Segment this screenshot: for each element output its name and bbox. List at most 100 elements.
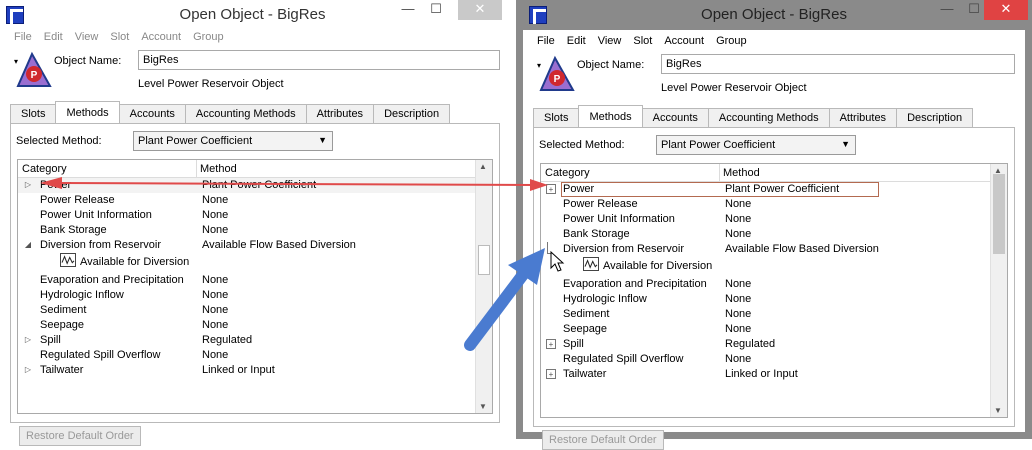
expand-arrow-icon[interactable]: ▷	[23, 335, 33, 345]
expand-plus-icon[interactable]: +	[546, 369, 556, 379]
expand-plus-icon[interactable]: +	[546, 184, 556, 194]
table-row[interactable]: Sediment None	[18, 303, 492, 318]
column-header-method[interactable]: Method	[200, 163, 237, 175]
menu-account[interactable]: Account	[135, 30, 187, 48]
selected-method-value: Plant Power Coefficient	[138, 135, 253, 147]
tab-methods[interactable]: Methods	[578, 105, 643, 126]
table-row[interactable]: Hydrologic Inflow None	[18, 288, 492, 303]
left-titlebar: Open Object - BigRes — ☐ ✕	[0, 0, 505, 30]
menu-group[interactable]: Group	[187, 30, 230, 48]
menu-slot[interactable]: Slot	[104, 30, 135, 48]
table-row[interactable]: Hydrologic Inflow None	[541, 292, 1007, 307]
tab-description[interactable]: Description	[373, 104, 451, 123]
restore-default-order-button[interactable]: Restore Default Order	[542, 430, 664, 450]
row-method: None	[202, 319, 229, 331]
scroll-thumb[interactable]	[993, 174, 1005, 254]
row-method: None	[202, 209, 229, 221]
menu-edit[interactable]: Edit	[38, 30, 69, 48]
tab-slots[interactable]: Slots	[533, 108, 580, 127]
menu-account[interactable]: Account	[658, 34, 710, 52]
table-row[interactable]: Bank Storage None	[18, 223, 492, 238]
vertical-scrollbar[interactable]: ▲ ▼	[475, 160, 492, 413]
column-divider[interactable]	[719, 164, 720, 182]
row-method: None	[725, 293, 752, 305]
vertical-scrollbar[interactable]: ▲ ▼	[990, 164, 1007, 417]
tab-slots[interactable]: Slots	[10, 104, 57, 123]
scroll-up-icon[interactable]: ▲	[479, 162, 487, 171]
method-grid: Category Method ▷ Power Plant Power Coef…	[17, 159, 493, 414]
tab-attributes[interactable]: Attributes	[828, 108, 898, 127]
tab-accounting-methods[interactable]: Accounting Methods	[707, 108, 830, 127]
menu-group[interactable]: Group	[710, 34, 753, 52]
column-header-category[interactable]: Category	[545, 167, 590, 179]
row-category: Bank Storage	[563, 228, 630, 240]
table-row[interactable]: Power Unit Information None	[541, 212, 1007, 227]
reservoir-object-icon[interactable]: P ▾	[533, 54, 577, 94]
expand-plus-icon[interactable]: +	[546, 339, 556, 349]
expand-arrow-icon[interactable]: ▷	[23, 365, 33, 375]
menu-file[interactable]: File	[8, 30, 38, 48]
table-row[interactable]: Regulated Spill Overflow None	[18, 348, 492, 363]
row-category: Evaporation and Precipitation	[563, 278, 707, 290]
table-row[interactable]: ▷ Tailwater Linked or Input	[18, 363, 492, 378]
left-window-body: File Edit View Slot Account Group P ▾ Ob…	[0, 30, 505, 446]
table-row[interactable]: Available for Diversion	[541, 257, 1007, 277]
method-grid: Category Method + Power Plant Power Coef…	[540, 163, 1008, 418]
table-row[interactable]: Seepage None	[541, 322, 1007, 337]
table-row[interactable]: Evaporation and Precipitation None	[541, 277, 1007, 292]
table-row[interactable]: Power Release None	[541, 197, 1007, 212]
scroll-down-icon[interactable]: ▼	[479, 402, 487, 411]
selected-method-dropdown[interactable]: Plant Power Coefficient ▼	[656, 135, 856, 155]
tab-description[interactable]: Description	[896, 108, 974, 127]
row-category: Power Release	[40, 194, 115, 206]
tab-methods[interactable]: Methods	[55, 101, 120, 122]
close-button[interactable]: ✕	[984, 0, 1028, 20]
column-header-category[interactable]: Category	[22, 163, 67, 175]
table-row[interactable]: ◢ Diversion from Reservoir Available Flo…	[18, 238, 492, 253]
scroll-thumb[interactable]	[478, 245, 490, 275]
table-row[interactable]: + Spill Regulated	[541, 337, 1007, 352]
maximize-button[interactable]: ☐	[423, 0, 449, 20]
row-category: Sediment	[40, 304, 87, 316]
table-row[interactable]: Diversion from Reservoir Available Flow …	[541, 242, 1007, 257]
table-row[interactable]: + Power Plant Power Coefficient	[541, 182, 1007, 197]
restore-default-order-button[interactable]: Restore Default Order	[19, 426, 141, 446]
object-name-field[interactable]: BigRes	[138, 50, 500, 70]
tab-accounts[interactable]: Accounts	[641, 108, 709, 127]
menu-edit[interactable]: Edit	[561, 34, 592, 52]
left-window: Open Object - BigRes — ☐ ✕ File Edit Vie…	[0, 0, 505, 446]
column-divider[interactable]	[196, 160, 197, 178]
menu-slot[interactable]: Slot	[627, 34, 658, 52]
collapse-line-icon[interactable]	[547, 242, 553, 254]
selected-method-dropdown[interactable]: Plant Power Coefficient ▼	[133, 131, 333, 151]
column-header-method[interactable]: Method	[723, 167, 760, 179]
table-row[interactable]: + Tailwater Linked or Input	[541, 367, 1007, 382]
scroll-down-icon[interactable]: ▼	[994, 406, 1002, 415]
table-row[interactable]: ▷ Spill Regulated	[18, 333, 492, 348]
table-row[interactable]: Sediment None	[541, 307, 1007, 322]
reservoir-object-icon[interactable]: P ▾	[10, 50, 54, 90]
tab-accounting-methods[interactable]: Accounting Methods	[184, 104, 307, 123]
table-row[interactable]: ▷ Power Plant Power Coefficient	[18, 178, 492, 193]
table-row[interactable]: Seepage None	[18, 318, 492, 333]
collapse-arrow-icon[interactable]: ◢	[23, 240, 33, 250]
table-row[interactable]: Available for Diversion	[18, 253, 492, 273]
table-row[interactable]: Power Unit Information None	[18, 208, 492, 223]
menu-file[interactable]: File	[531, 34, 561, 52]
row-category: Power	[40, 179, 72, 191]
minimize-button[interactable]: —	[934, 0, 960, 20]
expand-arrow-icon[interactable]: ▷	[23, 180, 33, 190]
table-row[interactable]: Evaporation and Precipitation None	[18, 273, 492, 288]
table-row[interactable]: Bank Storage None	[541, 227, 1007, 242]
menu-view[interactable]: View	[592, 34, 628, 52]
table-row[interactable]: Power Release None	[18, 193, 492, 208]
table-row[interactable]: Regulated Spill Overflow None	[541, 352, 1007, 367]
row-category: Hydrologic Inflow	[40, 289, 124, 301]
menu-view[interactable]: View	[69, 30, 105, 48]
object-name-field[interactable]: BigRes	[661, 54, 1015, 74]
tab-accounts[interactable]: Accounts	[118, 104, 186, 123]
tab-attributes[interactable]: Attributes	[305, 104, 375, 123]
row-category: Power Unit Information	[563, 213, 675, 225]
close-button[interactable]: ✕	[458, 0, 502, 20]
minimize-button[interactable]: —	[395, 0, 421, 20]
